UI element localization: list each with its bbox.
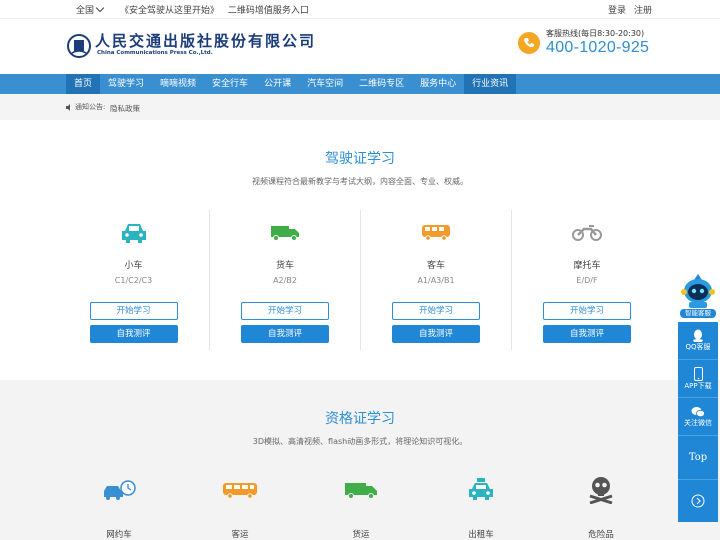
region-selector[interactable]: 全国: [76, 3, 105, 16]
bus-start-study-button[interactable]: 开始学习: [392, 302, 480, 320]
nav-didi-video[interactable]: 嘀嘀视频: [152, 74, 204, 94]
main-nav: 首页 驾驶学习 嘀嘀视频 安全行车 公开课 汽车空间 二维码专区 服务中心 行业…: [0, 74, 720, 94]
driving-license-section: 驾驶证学习 视频课程符合最新教学与考试大纲，内容全面、专业、权威。 小车 C1/…: [0, 120, 720, 380]
nav-car-space[interactable]: 汽车空间: [299, 74, 351, 94]
bus-self-test-button[interactable]: 自我测评: [392, 325, 480, 343]
side-app-download[interactable]: APP下载: [678, 360, 718, 398]
car-icon: [120, 222, 148, 247]
driving-section-title: 驾驶证学习: [325, 151, 395, 167]
side-wechat-follow[interactable]: 关注微信: [678, 398, 718, 436]
chevron-down-icon: [95, 3, 105, 13]
nav-open-course[interactable]: 公开课: [256, 74, 299, 94]
card-motorcycle-code: E/D/F: [576, 276, 598, 285]
side-next-arrow[interactable]: [678, 480, 718, 522]
speaker-icon: [66, 103, 70, 111]
phone-icon: [518, 32, 540, 54]
side-app-label: APP下载: [684, 381, 712, 390]
smart-service-robot[interactable]: 智能客服: [680, 272, 716, 318]
qrcode-service-link[interactable]: 二维码增值服务入口: [228, 6, 309, 16]
truck-start-study-button[interactable]: 开始学习: [241, 302, 329, 320]
motorcycle-icon: [572, 222, 602, 245]
nav-service-center[interactable]: 服务中心: [412, 74, 464, 94]
card-bus: 客车 A1/A3/B1 开始学习 自我测评: [360, 210, 511, 350]
hotline-number: 400-1020-925: [546, 39, 650, 56]
promo-links: 《安全驾驶从这里开始》 二维码增值服务入口: [120, 3, 315, 16]
truck-self-test-button[interactable]: 自我测评: [241, 325, 329, 343]
bus-icon: [421, 222, 451, 245]
side-wechat-label: 关注微信: [684, 418, 712, 427]
chevron-right-circle-icon: [691, 494, 705, 508]
nav-qrcode-zone[interactable]: 二维码专区: [351, 74, 412, 94]
wechat-icon: [691, 406, 705, 417]
side-back-to-top[interactable]: Top: [678, 436, 718, 480]
side-toolbar: QQ客服 APP下载 关注微信 Top: [678, 322, 718, 522]
auth-links: 登录 注册: [608, 3, 652, 16]
card-car-name: 小车: [124, 261, 143, 271]
truck-icon: [270, 222, 300, 245]
top-utility-bar: 全国 《安全驾驶从这里开始》 二维码增值服务入口 登录 注册: [0, 0, 720, 18]
qualification-section-title: 资格证学习: [325, 411, 395, 427]
driving-section-subtitle: 视频课程符合最新教学与考试大纲，内容全面、专业、权威。: [252, 177, 468, 186]
card-car: 小车 C1/C2/C3 开始学习 自我测评: [58, 210, 209, 350]
card-bus-code: A1/A3/B1: [417, 276, 455, 285]
site-logo[interactable]: 人民交通出版社股份有限公司 China Communications Press…: [66, 33, 316, 59]
qual-coach[interactable]: 客运: [205, 476, 275, 540]
nav-driving-study[interactable]: 驾驶学习: [100, 74, 152, 94]
nav-home[interactable]: 首页: [66, 74, 101, 94]
mobile-phone-icon: [693, 366, 703, 381]
qualification-section-subtitle: 3D模拟、高清视频、flash动画多形式，将理论知识可视化。: [252, 437, 468, 446]
qual-ride-hailing[interactable]: 网约车: [84, 476, 154, 540]
notice-label-group: 通知公告:: [66, 102, 105, 112]
nav-safe-driving[interactable]: 安全行车: [204, 74, 256, 94]
notice-policy-link[interactable]: 隐私政策: [110, 103, 140, 114]
notice-label: 通知公告:: [75, 103, 106, 111]
coach-icon: [205, 476, 275, 504]
side-qq-label: QQ客服: [685, 343, 711, 351]
qual-hazard[interactable]: 危险品: [566, 476, 636, 540]
promo-title-link[interactable]: 《安全驾驶从这里开始》: [120, 6, 219, 16]
qual-hazard-name: 危险品: [588, 530, 614, 540]
freight-icon: [326, 476, 396, 504]
hazard-icon: [566, 476, 636, 504]
robot-label: 智能客服: [685, 309, 711, 317]
qualification-section: 资格证学习 3D模拟、高清视频、flash动画多形式，将理论知识可视化。 网约车…: [0, 380, 720, 540]
qual-freight[interactable]: 货运: [326, 476, 396, 540]
card-truck-name: 货车: [275, 261, 294, 271]
logo-name-en: China Communications Press Co.,Ltd.: [97, 50, 213, 56]
card-motorcycle: 摩托车 E/D/F 开始学习 自我测评: [511, 210, 662, 350]
region-label: 全国: [76, 6, 95, 16]
card-bus-name: 客车: [426, 261, 445, 271]
car-self-test-button[interactable]: 自我测评: [89, 325, 178, 343]
side-top-label: Top: [688, 452, 708, 463]
logo-emblem-icon: [66, 33, 92, 59]
taxi-icon: [446, 476, 516, 504]
car-start-study-button[interactable]: 开始学习: [89, 302, 178, 320]
qual-taxi[interactable]: 出租车: [446, 476, 516, 540]
card-car-code: C1/C2/C3: [114, 276, 153, 285]
card-truck-code: A2/B2: [273, 276, 297, 285]
qq-icon: [693, 329, 703, 342]
motorcycle-self-test-button[interactable]: 自我测评: [543, 325, 631, 343]
qual-ride-hailing-name: 网约车: [106, 530, 132, 540]
login-link[interactable]: 登录: [608, 3, 626, 16]
logo-name-cn: 人民交通出版社股份有限公司: [95, 32, 317, 50]
hotline-label: 客服热线(每日8:30-20:30): [546, 29, 645, 38]
register-link[interactable]: 注册: [634, 3, 652, 16]
motorcycle-start-study-button[interactable]: 开始学习: [543, 302, 631, 320]
nav-industry-news[interactable]: 行业资讯: [464, 74, 517, 94]
ride-hailing-icon: [84, 476, 154, 504]
qual-taxi-name: 出租车: [468, 530, 494, 540]
card-truck: 货车 A2/B2 开始学习 自我测评: [209, 210, 360, 350]
notice-bar: 通知公告: 隐私政策: [0, 94, 720, 120]
side-qq-service[interactable]: QQ客服: [678, 322, 718, 360]
qual-freight-name: 货运: [352, 530, 370, 540]
card-motorcycle-name: 摩托车: [573, 261, 601, 271]
hotline: 客服热线(每日8:30-20:30) 400-1020-925: [518, 29, 649, 57]
site-header: 人民交通出版社股份有限公司 China Communications Press…: [0, 18, 720, 74]
qual-coach-name: 客运: [231, 530, 249, 540]
